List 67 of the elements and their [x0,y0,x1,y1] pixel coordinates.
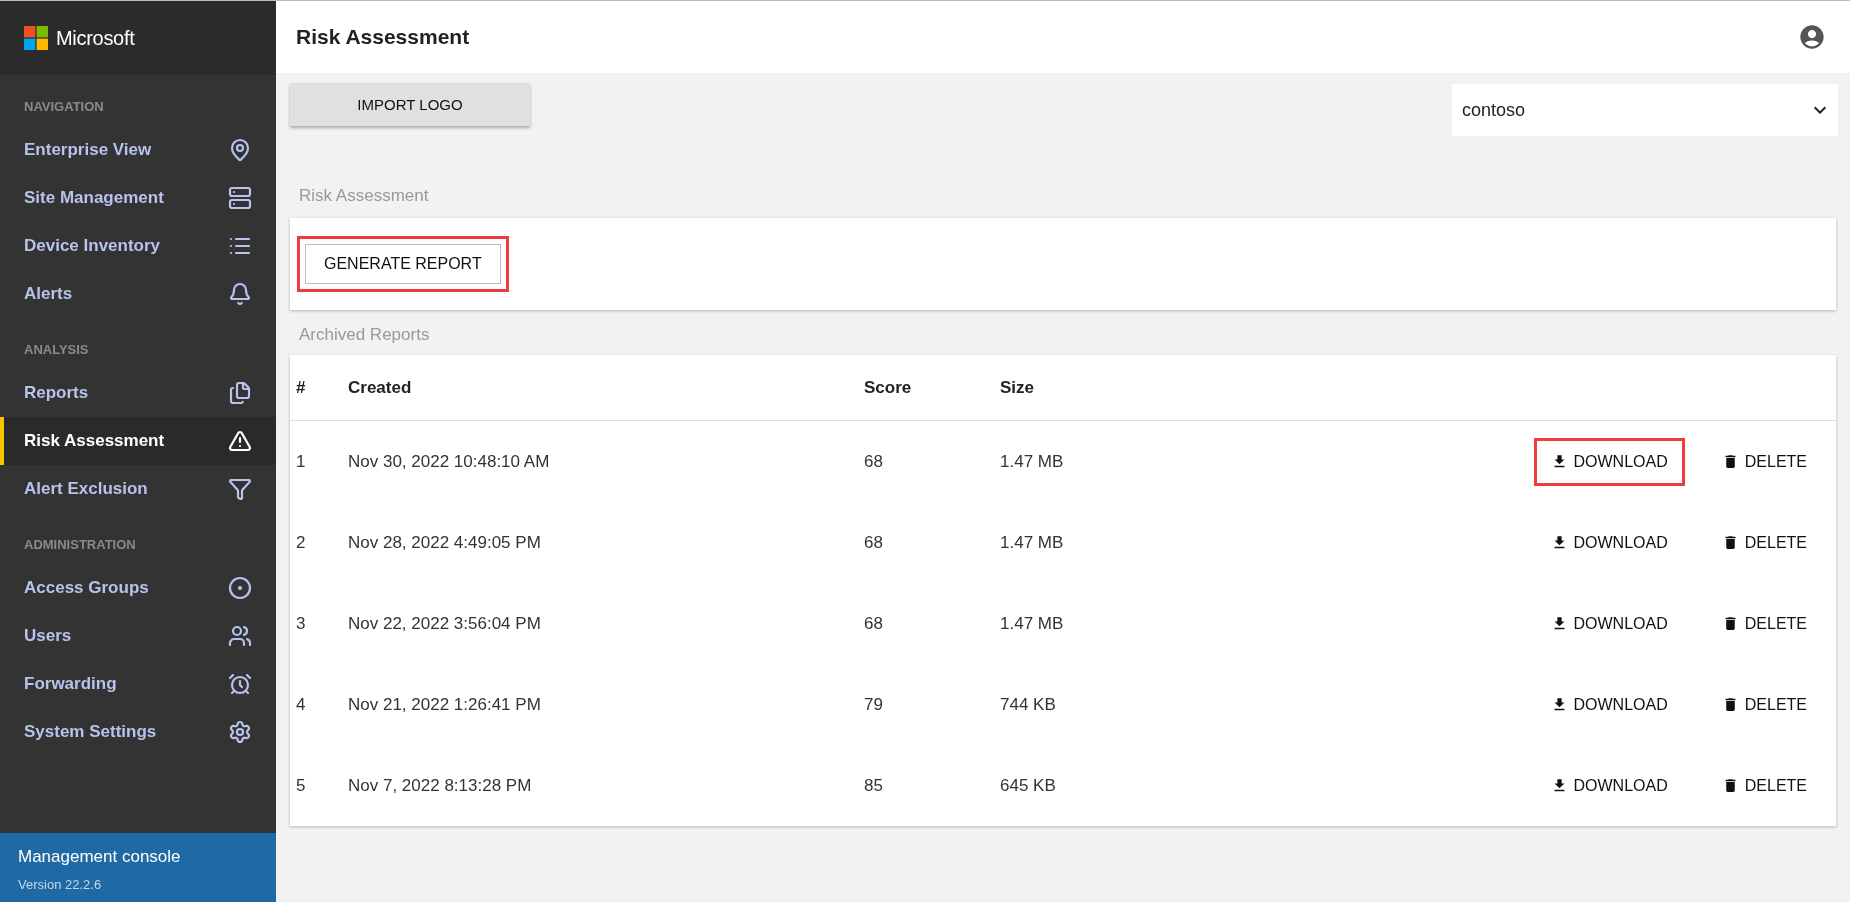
column-header: Size [1000,355,1145,421]
nav-item[interactable]: Site Management [0,174,276,222]
people-icon [228,624,252,648]
nav-item[interactable]: System Settings [0,708,276,756]
section-title: Archived Reports [298,324,431,346]
download-button[interactable]: DOWNLOAD [1533,437,1685,486]
table-cell-text: 5 [295,774,307,797]
brand-name: Microsoft [56,26,135,50]
nav-item[interactable]: Device Inventory [0,222,276,270]
section-title: Risk Assessment [298,185,430,207]
delete-button[interactable]: DELETE [1704,518,1824,567]
table-cell: Nov 22, 2022 3:56:04 PM [348,583,864,664]
table-cell: Nov 28, 2022 4:49:05 PM [348,502,864,583]
filter-icon [228,477,252,501]
table-cell: Nov 7, 2022 8:13:28 PM [348,745,864,826]
download-button[interactable]: DOWNLOAD [1533,599,1685,648]
table-cell: Nov 30, 2022 10:48:10 AM [348,420,864,502]
download-button[interactable]: DOWNLOAD [1533,680,1685,729]
console-title: Management console [18,847,182,867]
bell-icon [228,282,252,306]
nav-item[interactable]: Enterprise View [0,126,276,174]
documents-icon [228,381,252,405]
alarm-clock-icon [228,672,252,696]
table-cell-text: 3 [295,612,307,635]
table-cell-text: 4 [295,693,307,716]
table-cell: 79 [864,664,1000,745]
column-header: Created [348,355,864,421]
delete-button[interactable]: DELETE [1704,761,1824,810]
table-cell-text: 744 KB [1000,693,1057,716]
table-cell: 85 [864,745,1000,826]
nav-item[interactable]: Risk Assessment [0,417,276,465]
nav-section-title: NAVIGATION [23,98,105,116]
table-cell-text: 1.47 MB [1000,612,1065,635]
map-pin-icon [228,138,252,162]
table-cell: 1.47 MB [1000,420,1145,502]
nav-section-title: ADMINISTRATION [23,536,137,554]
nav-item[interactable]: Forwarding [0,660,276,708]
column-header: # [290,355,348,421]
nav-item[interactable]: Alerts [0,270,276,318]
table-cell-text: 1.47 MB [1000,531,1065,554]
delete-button[interactable]: DELETE [1704,680,1824,729]
site-select[interactable]: contoso [1452,84,1838,136]
download-button[interactable]: DOWNLOAD [1533,761,1685,810]
nav-item[interactable]: Access Groups [0,564,276,612]
download-button[interactable]: DOWNLOAD [1533,518,1685,567]
table-cell: 1 [290,420,348,502]
nav-section-title: ANALYSIS [23,341,90,359]
delete-button[interactable]: DELETE [1704,437,1824,486]
table-cell: 68 [864,420,1000,502]
import-logo-button[interactable]: IMPORT LOGO [290,83,530,126]
table-cell-text: 2 [295,531,307,554]
delete-button[interactable]: DELETE [1704,599,1824,648]
settings-icon [228,720,252,744]
version-text: Version 22.2.6 [18,877,103,892]
microsoft-logo-icon [24,26,48,50]
account-icon[interactable] [1798,23,1826,51]
table-cell-text: 645 KB [1000,774,1057,797]
nav-item[interactable]: Users [0,612,276,660]
generate-report-button[interactable]: GENERATE REPORT [297,236,509,292]
page-title: Risk Assessment [296,25,470,49]
warning-icon [228,429,252,453]
nav-item[interactable]: Alert Exclusion [0,465,276,513]
nav-item[interactable]: Reports [0,369,276,417]
table-cell-text: 68 [864,612,884,635]
table-cell: Nov 21, 2022 1:26:41 PM [348,664,864,745]
table-cell-text: 68 [864,531,884,554]
column-header: Score [864,355,1000,421]
